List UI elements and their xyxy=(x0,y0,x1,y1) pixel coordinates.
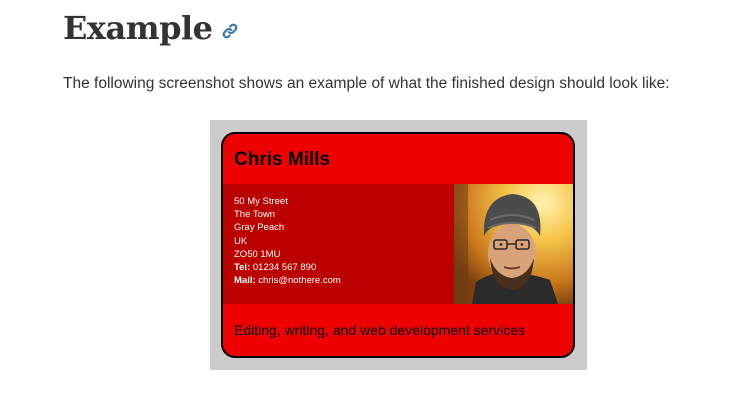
business-card: Chris Mills 50 My Street The Town Gray P… xyxy=(221,132,575,358)
card-tagline: Editing, writing, and web development se… xyxy=(234,322,526,338)
profile-photo xyxy=(454,184,573,304)
card-address: 50 My Street The Town Gray Peach UK ZO50… xyxy=(234,195,341,287)
link-icon[interactable] xyxy=(221,22,239,40)
section-heading: Example xyxy=(63,9,239,47)
tel-label: Tel: xyxy=(234,262,251,274)
tel-line: Tel: 01234 567 890 xyxy=(234,261,341,274)
mail-label: Mail: xyxy=(234,275,256,287)
address-line: 50 My Street xyxy=(234,196,288,207)
intro-paragraph: The following screenshot shows an exampl… xyxy=(63,75,670,92)
address-line: The Town xyxy=(234,209,276,221)
address-line: ZO50 1MU xyxy=(234,248,281,260)
card-body: 50 My Street The Town Gray Peach UK ZO50… xyxy=(223,184,573,304)
address-line: Gray Peach xyxy=(234,222,285,234)
screenshot-frame: Chris Mills 50 My Street The Town Gray P… xyxy=(210,120,587,370)
mail-value: chris@nothere.com xyxy=(258,275,341,287)
address-line: UK xyxy=(234,235,248,247)
card-name: Chris Mills xyxy=(234,149,331,170)
tel-value: 01234 567 890 xyxy=(252,262,317,274)
mail-line: Mail: chris@nothere.com xyxy=(234,274,341,287)
page: Example The following screenshot shows a… xyxy=(0,0,732,413)
heading-title: Example xyxy=(63,9,213,47)
